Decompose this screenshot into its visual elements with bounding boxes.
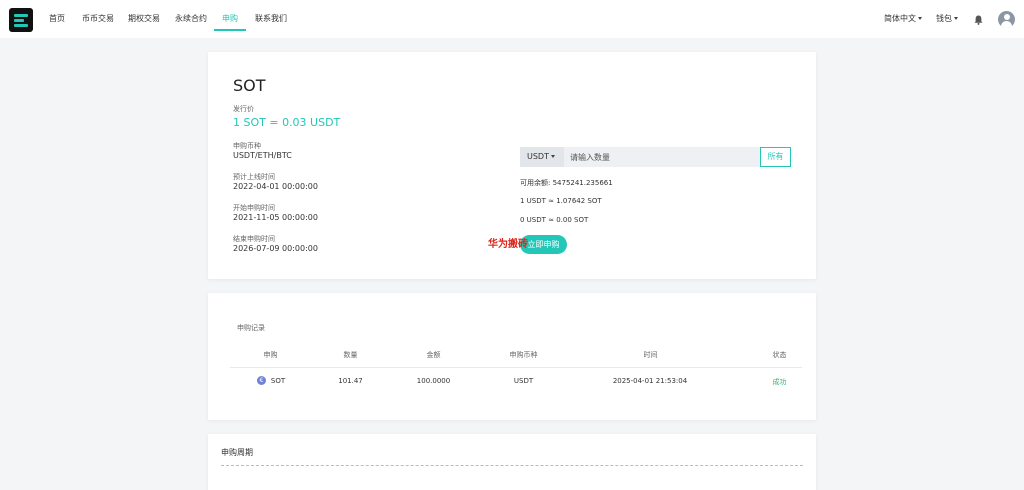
cell-amount: 100.0000: [416, 377, 451, 385]
amount-input[interactable]: [564, 147, 760, 167]
language-selector[interactable]: 简体中文: [884, 0, 922, 38]
column-header-subscription: 申购: [263, 351, 278, 359]
column-header-status: 状态: [772, 351, 787, 359]
column-header-currency: 申购币种: [509, 351, 538, 359]
top-navbar: 首页 币币交易 期权交易 永续合约 申购 联系我们 简体中文 钱包: [0, 0, 1024, 38]
column-header-time: 时间: [643, 351, 658, 359]
nav-options-trading[interactable]: 期权交易: [128, 0, 160, 38]
caret-down-icon: [550, 155, 555, 158]
cell-coin: SOT: [270, 377, 286, 385]
wallet-label: 钱包: [936, 14, 952, 23]
language-label: 简体中文: [884, 14, 916, 23]
caret-down-icon: [954, 17, 958, 20]
table-divider: [230, 367, 802, 368]
period-title: 申购周期: [221, 448, 253, 457]
nav-home[interactable]: 首页: [49, 0, 65, 38]
start-time-value: 2021-11-05 00:00:00: [233, 213, 318, 222]
dashed-divider: [221, 465, 803, 466]
currency-select-label: USDT: [527, 152, 549, 161]
eth-coin-icon: €: [257, 376, 266, 385]
listing-time-label: 预计上线时间: [233, 173, 275, 181]
price-label: 发行价: [233, 105, 254, 113]
records-title: 申购记录: [237, 324, 265, 332]
wallet-menu[interactable]: 钱包: [936, 0, 958, 38]
cell-quantity: 101.47: [338, 377, 363, 385]
nav-contact-us[interactable]: 联系我们: [255, 0, 287, 38]
currency-select[interactable]: USDT: [520, 147, 564, 167]
estimate-text: 0 USDT ≈ 0.00 SOT: [520, 216, 589, 224]
nav-spot-trading[interactable]: 币币交易: [82, 0, 114, 38]
nav-perpetual-contract[interactable]: 永续合约: [175, 0, 207, 38]
period-card: 申购周期: [208, 434, 816, 490]
exchange-rate: 1 USDT ≈ 1.07642 SOT: [520, 197, 602, 205]
coin-title: SOT: [233, 76, 266, 95]
currency-label: 申购币种: [233, 142, 261, 150]
watermark-text: 华为搬砖: [488, 239, 528, 250]
column-header-quantity: 数量: [343, 351, 358, 359]
all-button[interactable]: 所有: [760, 147, 791, 167]
end-time-value: 2026-07-09 00:00:00: [233, 244, 318, 253]
column-header-amount: 金额: [426, 351, 441, 359]
amount-input-group: USDT 所有: [520, 147, 791, 167]
records-card: 申购记录 申购 数量 金额 申购币种 时间 状态 € SOT 101.47 10…: [208, 293, 816, 420]
avatar-icon[interactable]: [998, 11, 1015, 28]
subscription-card: SOT 发行价 1 SOT = 0.03 USDT 申购币种 USDT/ETH/…: [208, 52, 816, 279]
cell-status: 成功: [772, 378, 787, 386]
available-balance: 可用余额: 5475241.235661: [520, 179, 613, 187]
bell-icon[interactable]: [974, 15, 983, 25]
start-time-label: 开始申购时间: [233, 204, 275, 212]
issue-price: 1 SOT = 0.03 USDT: [233, 116, 341, 129]
nav-subscription[interactable]: 申购: [222, 0, 238, 38]
caret-down-icon: [918, 17, 922, 20]
logo-icon[interactable]: [9, 8, 33, 32]
cell-currency: USDT: [513, 377, 534, 385]
cell-time: 2025-04-01 21:53:04: [612, 377, 688, 385]
active-tab-indicator: [214, 29, 246, 31]
currency-value: USDT/ETH/BTC: [233, 151, 292, 160]
end-time-label: 结束申购时间: [233, 235, 275, 243]
listing-time-value: 2022-04-01 00:00:00: [233, 182, 318, 191]
